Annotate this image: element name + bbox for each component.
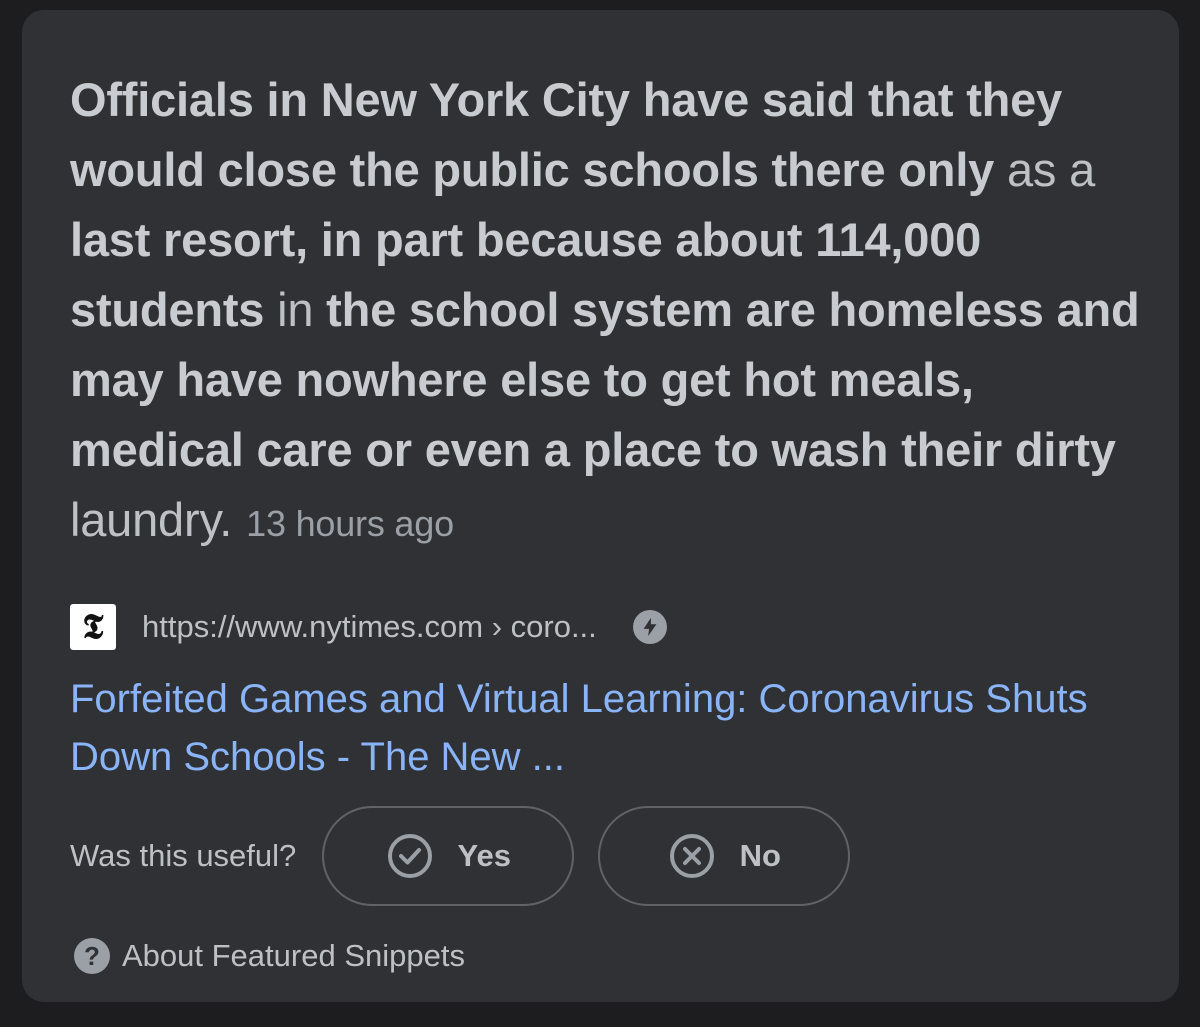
about-label: About Featured Snippets [122,938,465,973]
x-circle-icon [669,834,714,878]
source-row[interactable]: 𝕿 https://www.nytimes.com › coro... [70,602,667,652]
check-circle-icon [387,834,432,878]
snippet-timestamp: 13 hours ago [246,503,454,544]
about-featured-snippets-link[interactable]: ? About Featured Snippets [74,934,465,978]
lightning-bolt-icon [632,610,667,644]
source-url[interactable]: https://www.nytimes.com › coro... [142,609,597,645]
feedback-row: Was this useful? Yes No [70,804,851,908]
snippet-segment: laundry. [70,493,233,546]
no-label: No [739,838,781,873]
yes-label: Yes [457,838,511,873]
feedback-question: Was this useful? [70,838,297,873]
result-title-link[interactable]: Forfeited Games and Virtual Learning: Co… [70,670,1160,786]
no-button[interactable]: No [598,806,851,906]
snippet-segment: as a [994,143,1096,196]
snippet-text: Officials in New York City have said tha… [70,65,1150,559]
yes-button[interactable]: Yes [322,806,575,906]
help-icon: ? [74,938,110,974]
nytimes-favicon-icon: 𝕿 [70,604,116,650]
snippet-segment: Officials in New York City have said tha… [70,73,1063,196]
snippet-segment: in [264,283,327,336]
featured-snippet-card: Officials in New York City have said tha… [22,10,1179,1002]
